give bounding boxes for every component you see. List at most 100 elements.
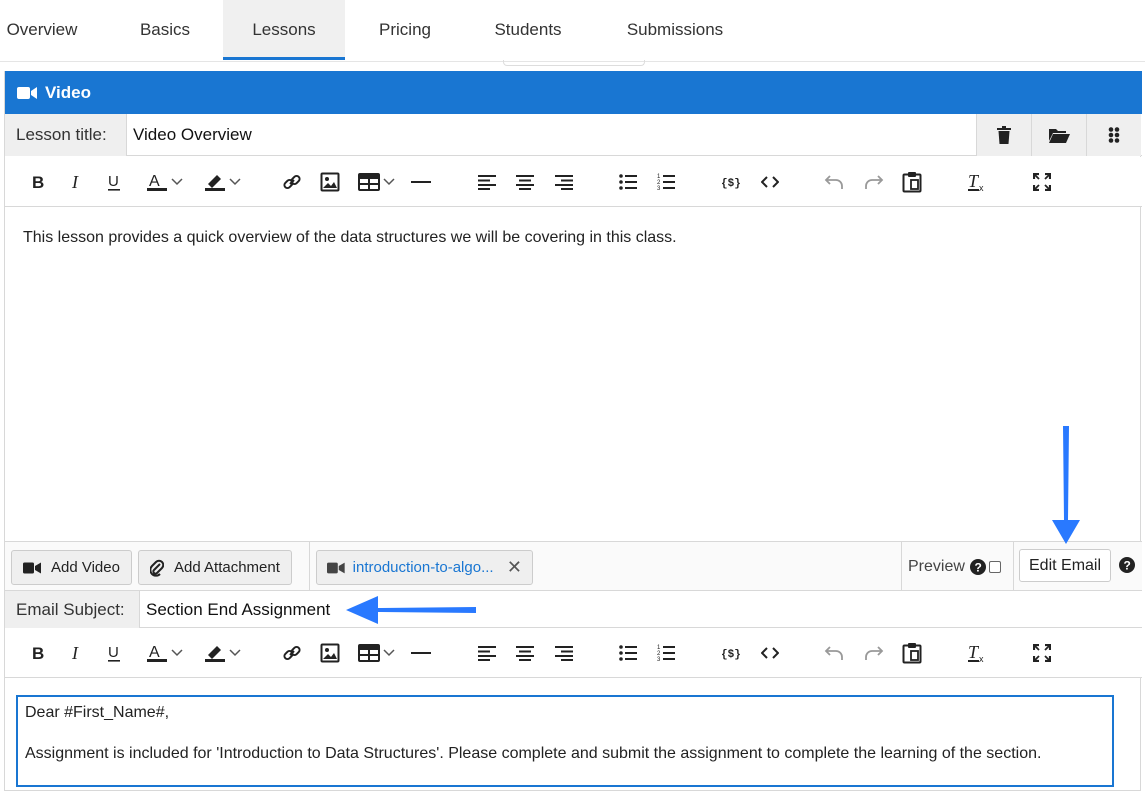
italic-button[interactable]: I [65,640,87,666]
underline-button[interactable]: U [103,640,125,666]
numbered-list-icon: 123 [657,645,675,662]
highlight-color-button[interactable] [197,640,247,666]
add-video-button[interactable]: Add Video [11,550,132,585]
tab-pricing[interactable]: Pricing [360,0,450,60]
redo-button[interactable] [862,640,886,666]
bulleted-list-button[interactable] [617,169,639,195]
edit-email-button[interactable]: Edit Email [1019,549,1112,582]
divider [1013,542,1014,591]
variables-icon: {$} [721,178,741,189]
lesson-content-text: This lesson provides a quick overview of… [23,229,677,246]
lesson-title-label: Lesson title: [5,114,127,156]
bold-button[interactable]: B [27,640,49,666]
paste-button[interactable] [900,169,924,195]
font-color-icon: A [146,644,167,662]
image-button[interactable] [318,640,342,666]
source-code-button[interactable] [758,640,782,666]
collapse-handle [503,60,645,66]
horizontal-rule-button[interactable] [410,169,432,195]
align-left-button[interactable] [476,640,498,666]
lesson-title-input[interactable]: Video Overview [133,114,252,156]
redo-button[interactable] [862,169,886,195]
bold-icon: B [32,174,44,190]
highlight-color-button[interactable] [197,169,247,195]
table-button[interactable] [354,169,398,195]
svg-text:B: B [32,174,44,190]
svg-text:U: U [108,173,119,190]
fullscreen-icon [1033,173,1051,191]
numbered-list-button[interactable]: 123 [655,640,677,666]
highlighter-icon [204,646,225,662]
align-center-button[interactable] [514,169,536,195]
font-color-button[interactable]: A [139,169,189,195]
clear-formatting-button[interactable]: Tx [965,640,989,666]
add-attachment-button[interactable]: Add Attachment [138,550,292,585]
underline-icon: U [108,644,120,662]
email-body-text: Assignment is included for 'Introduction… [25,745,1042,762]
chevron-down-icon [382,649,395,657]
horizontal-rule-button[interactable] [410,640,432,666]
remove-attachment-icon[interactable]: ✕ [507,557,522,578]
italic-icon: I [71,174,79,190]
paste-button[interactable] [900,640,924,666]
highlighter-icon [204,175,225,191]
email-body-editor[interactable]: Dear #First_Name#, Assignment is include… [16,695,1114,787]
preview-checkbox[interactable] [988,560,1001,573]
video-camera-icon [23,562,41,573]
numbered-list-button[interactable]: 123 [655,169,677,195]
align-right-button[interactable] [553,169,575,195]
variables-button[interactable]: {$} [719,169,743,195]
font-color-button[interactable]: A [139,640,189,666]
clear-formatting-icon: Tx [968,643,984,663]
bulleted-list-button[interactable] [617,640,639,666]
help-icon[interactable]: ? [969,558,986,575]
undo-button[interactable] [822,169,846,195]
video-camera-icon [327,562,345,573]
source-code-button[interactable] [758,169,782,195]
attached-video-chip: introduction-to-algo... ✕ [316,550,533,585]
chevron-down-icon [170,649,183,657]
align-center-button[interactable] [514,640,536,666]
align-right-button[interactable] [553,640,575,666]
tab-overview[interactable]: Overview [0,0,84,60]
tab-students[interactable]: Students [478,0,578,60]
chevron-down-icon [228,178,241,186]
email-subject-input[interactable]: Section End Assignment [146,591,330,628]
tab-lessons[interactable]: Lessons [223,0,345,60]
add-attachment-label: Add Attachment [174,559,280,576]
table-button[interactable] [354,640,398,666]
svg-text:?: ? [974,560,981,574]
fullscreen-button[interactable] [1030,640,1054,666]
lesson-content-editor[interactable]: This lesson provides a quick overview of… [5,207,1142,541]
horizontal-rule-icon [411,652,431,654]
fullscreen-button[interactable] [1030,169,1054,195]
underline-button[interactable]: U [103,169,125,195]
help-icon[interactable]: ? [1119,557,1135,573]
drag-lesson-handle[interactable] [1086,114,1141,156]
align-left-button[interactable] [476,169,498,195]
variables-button[interactable]: {$} [719,640,743,666]
svg-text:x: x [979,183,984,192]
divider [309,542,310,591]
redo-icon [865,646,884,660]
svg-text:3: 3 [657,657,661,662]
undo-button[interactable] [822,640,846,666]
bold-button[interactable]: B [27,169,49,195]
delete-lesson-button[interactable] [976,114,1031,156]
lesson-actions-row: Add Video Add Attachment introduction-to… [5,541,1142,591]
attached-video-link[interactable]: introduction-to-algo... [353,559,495,576]
drag-handle-icon [1108,127,1120,143]
italic-button[interactable]: I [65,169,87,195]
tab-basics[interactable]: Basics [120,0,210,60]
panel-header: Video [5,71,1142,114]
link-button[interactable] [280,640,304,666]
tab-submissions[interactable]: Submissions [610,0,740,60]
clear-formatting-button[interactable]: Tx [965,169,989,195]
code-icon [761,176,779,188]
align-right-icon [555,646,573,661]
open-lesson-button[interactable] [1031,114,1086,156]
image-button[interactable] [318,169,342,195]
numbered-list-icon: 123 [657,174,675,191]
link-button[interactable] [280,169,304,195]
svg-text:U: U [108,644,119,661]
